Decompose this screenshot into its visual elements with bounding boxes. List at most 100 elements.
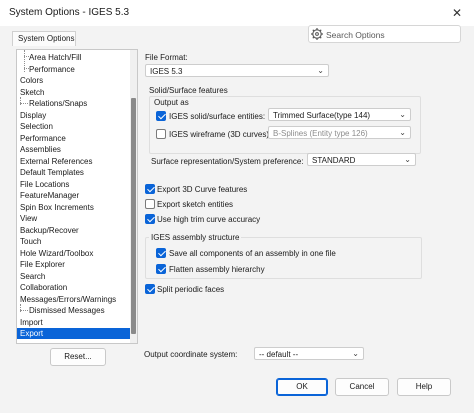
wireframe-value: B-Splines (Entity type 126)	[273, 129, 368, 138]
tree-item-label: External References	[20, 156, 93, 166]
chevron-down-icon: ⌄	[399, 128, 406, 137]
output-coord-label: Output coordinate system:	[144, 350, 238, 359]
tree-item[interactable]: Dismissed Messages	[17, 305, 131, 316]
tree-item[interactable]: Relations/Snaps	[17, 98, 131, 109]
tree-item-label: FeatureManager	[20, 191, 80, 200]
high-trim-checkbox[interactable]	[145, 214, 155, 224]
tree-item-label: Touch	[20, 237, 42, 246]
tree-item[interactable]: Colors	[17, 75, 131, 86]
tree-connector	[20, 96, 21, 105]
tree-item-label: Import	[20, 317, 43, 327]
tree-connector	[24, 50, 25, 72]
tree-item[interactable]: Backup/Recover	[17, 225, 131, 236]
export-3d-curve-checkbox[interactable]	[145, 184, 155, 194]
tree-item-label: Spin Box Increments	[20, 202, 94, 212]
tree-connector	[24, 67, 29, 69]
tree-item[interactable]: Messages/Errors/Warnings	[17, 294, 131, 305]
surface-rep-dropdown[interactable]: STANDARD ⌄	[307, 153, 416, 166]
split-periodic-checkbox[interactable]	[145, 284, 155, 294]
tree-item[interactable]: Collaboration	[17, 282, 131, 293]
output-as-label: Output as	[154, 98, 189, 107]
output-coord-value: -- default --	[259, 350, 299, 359]
wireframe-dropdown[interactable]: B-Splines (Entity type 126) ⌄	[268, 126, 411, 139]
close-icon: ✕	[451, 6, 463, 20]
tree-item[interactable]: FeatureManager	[17, 190, 131, 201]
chevron-down-icon: ⌄	[352, 349, 359, 358]
tree-item-label: Export	[20, 329, 44, 338]
surface-rep-label: Surface representation/System preference…	[151, 157, 304, 166]
tree-item[interactable]: Selection	[17, 121, 131, 132]
tree-item-label: File Locations	[20, 179, 70, 189]
tree-item-label: Display	[20, 110, 47, 120]
tree-scrollbar-thumb[interactable]	[131, 98, 136, 334]
file-format-value: IGES 5.3	[150, 67, 183, 76]
export-sketch-checkbox[interactable]	[145, 199, 155, 209]
tree-item[interactable]: Export	[17, 328, 131, 339]
flatten-hierarchy-checkbox[interactable]	[156, 264, 166, 274]
tree-item[interactable]: Import	[17, 317, 131, 328]
chevron-down-icon: ⌄	[404, 155, 411, 164]
tree-item-label: Relations/Snaps	[29, 99, 88, 108]
cancel-button[interactable]: Cancel	[335, 378, 389, 396]
tree-item[interactable]: File Locations	[17, 179, 131, 190]
tree-connector	[20, 103, 28, 104]
search-placeholder: Search Options	[326, 30, 385, 40]
export-sketch-label: Export sketch entities	[157, 200, 234, 209]
tree-item[interactable]: Spin Box Increments	[17, 202, 131, 213]
tree-item-label: Messages/Errors/Warnings	[20, 294, 117, 304]
high-trim-label: Use high trim curve accuracy	[157, 215, 261, 224]
tree-item[interactable]: Performance	[17, 133, 131, 144]
chevron-down-icon: ⌄	[317, 66, 324, 75]
export-3d-curve-label: Export 3D Curve features	[157, 185, 248, 194]
flatten-hierarchy-label: Flatten assembly hierarchy	[169, 265, 265, 274]
tree-item[interactable]: Touch	[17, 236, 131, 247]
tree-item[interactable]: Sketch	[17, 87, 131, 98]
output-coord-dropdown[interactable]: -- default -- ⌄	[254, 347, 364, 360]
tree-item-label: Performance	[29, 64, 75, 74]
tree-item-label: Backup/Recover	[20, 225, 79, 235]
solid-entities-checkbox[interactable]	[156, 111, 166, 121]
tree-item[interactable]: Hole Wizard/Toolbox	[17, 248, 131, 259]
tree-item[interactable]: Default Templates	[17, 167, 131, 178]
tab-label: System Options	[18, 34, 75, 43]
tree-item[interactable]: File Explorer	[17, 259, 131, 270]
close-button[interactable]: ✕	[447, 5, 467, 21]
solid-entities-dropdown[interactable]: Trimmed Surface(type 144) ⌄	[268, 108, 411, 121]
tree-item-label: Colors	[20, 76, 44, 85]
assembly-structure-label: IGES assembly structure	[149, 233, 242, 242]
solid-surface-label: Solid/Surface features	[149, 86, 228, 95]
tree-item-label: Selection	[20, 122, 53, 131]
chevron-down-icon: ⌄	[399, 110, 406, 119]
search-icon	[311, 28, 323, 40]
file-format-label: File Format:	[145, 53, 188, 62]
tree-item[interactable]: Assemblies	[17, 144, 131, 155]
output-as-group	[149, 96, 421, 154]
solid-entities-value: Trimmed Surface(type 144)	[273, 111, 371, 120]
help-button[interactable]: Help	[397, 378, 451, 396]
ok-button[interactable]: OK	[276, 378, 328, 396]
wireframe-label: IGES wireframe (3D curves):	[169, 130, 272, 139]
tree-item-label: Search	[20, 271, 46, 281]
tree-item-label: Dismissed Messages	[29, 306, 105, 315]
tree-item[interactable]: View	[17, 213, 131, 224]
tree-item-label: File Explorer	[20, 260, 65, 269]
surface-rep-value: STANDARD	[312, 156, 356, 165]
window-title: System Options - IGES 5.3	[9, 7, 130, 18]
tree-item[interactable]: External References	[17, 156, 131, 167]
file-format-dropdown[interactable]: IGES 5.3 ⌄	[145, 64, 329, 77]
split-periodic-label: Split periodic faces	[157, 285, 225, 294]
tree-item[interactable]: Performance	[17, 64, 131, 75]
solid-entities-label: IGES solid/surface entities:	[169, 112, 266, 121]
tree-item[interactable]: Search	[17, 271, 131, 282]
tree-item-label: Area Hatch/Fill	[29, 53, 82, 62]
options-tree: Area Hatch/Fill Performance Colors Sketch Re…	[16, 49, 138, 344]
tree-item-label: Performance	[20, 133, 66, 143]
wireframe-checkbox[interactable]	[156, 129, 166, 139]
tree-item-label: View	[20, 214, 38, 223]
reset-button[interactable]: Reset...	[50, 348, 106, 366]
tree-item[interactable]: Area Hatch/Fill	[17, 52, 131, 63]
tree-item-label: Hole Wizard/Toolbox	[20, 248, 94, 258]
save-all-components-checkbox[interactable]	[156, 248, 166, 258]
tree-item[interactable]: Display	[17, 110, 131, 121]
save-all-components-label: Save all components of an assembly in on…	[169, 249, 336, 258]
